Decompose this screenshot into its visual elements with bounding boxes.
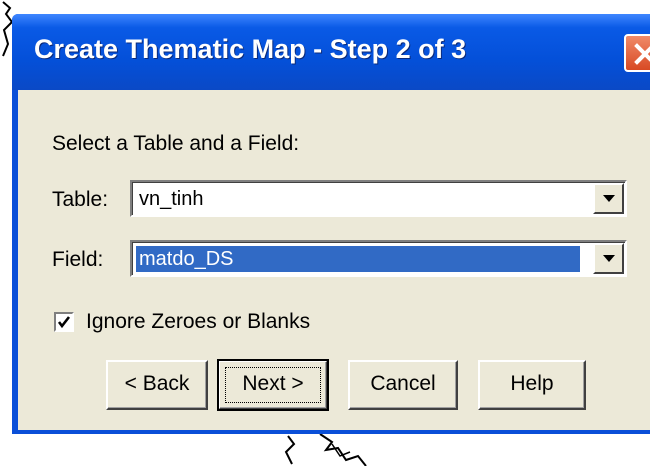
next-button[interactable]: Next > [217, 359, 329, 411]
table-label: Table: [52, 188, 109, 211]
checkmark-icon [57, 316, 71, 329]
field-dropdown-value: matdo_DS [135, 245, 581, 273]
table-dropdown-button[interactable] [593, 183, 624, 214]
close-icon [634, 43, 650, 65]
field-dropdown-button[interactable] [593, 243, 624, 274]
chevron-down-icon [603, 255, 615, 262]
ignore-zeroes-label[interactable]: Ignore Zeroes or Blanks [86, 310, 310, 334]
dialog-body: Select a Table and a Field: Table: vn_ti… [18, 90, 650, 430]
field-label: Field: [52, 248, 104, 271]
select-prompt: Select a Table and a Field: [52, 132, 300, 155]
chevron-down-icon [603, 195, 615, 202]
ignore-zeroes-checkbox[interactable] [54, 312, 74, 332]
table-dropdown-value: vn_tinh [139, 188, 204, 210]
focus-indicator [225, 367, 321, 403]
cancel-button[interactable]: Cancel [348, 360, 458, 410]
table-dropdown[interactable]: vn_tinh [130, 180, 627, 217]
back-button[interactable]: < Back [106, 360, 208, 410]
map-background-bottom [284, 433, 367, 466]
title-bar[interactable]: Create Thematic Map - Step 2 of 3 [12, 14, 650, 90]
help-button[interactable]: Help [478, 360, 586, 410]
field-dropdown[interactable]: matdo_DS [130, 240, 627, 277]
thematic-map-dialog: Create Thematic Map - Step 2 of 3 Select… [12, 14, 650, 434]
close-button[interactable] [624, 34, 650, 72]
dialog-title: Create Thematic Map - Step 2 of 3 [34, 34, 467, 64]
